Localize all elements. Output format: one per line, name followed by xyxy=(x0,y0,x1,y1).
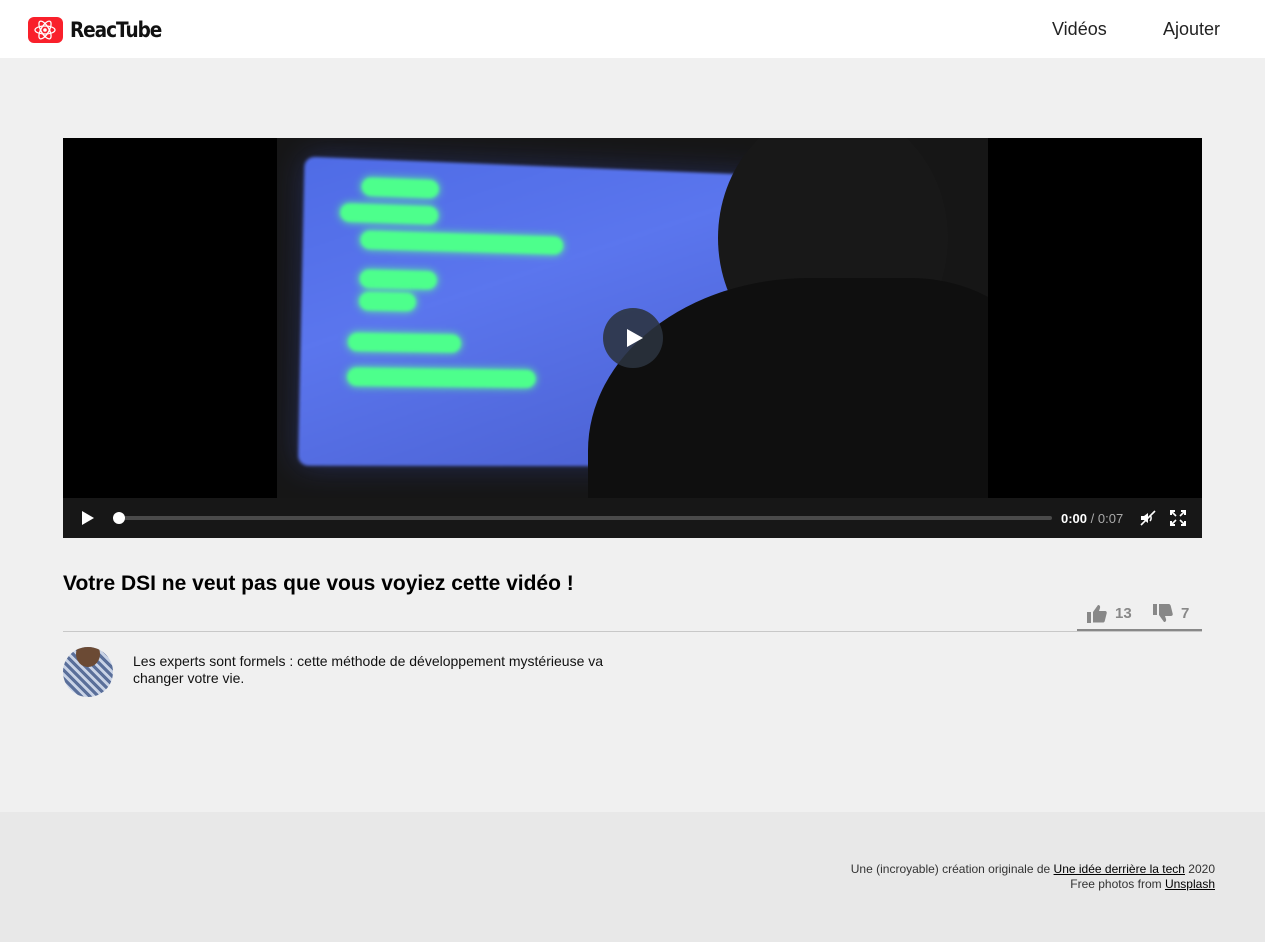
brand-name: ReacTube xyxy=(70,18,162,42)
duration: 0:07 xyxy=(1097,511,1124,526)
progress-handle[interactable] xyxy=(113,512,125,524)
dislike-button[interactable]: 7 xyxy=(1153,604,1189,623)
nav-videos-link[interactable]: Vidéos xyxy=(1052,19,1107,40)
like-button[interactable]: 13 xyxy=(1087,604,1132,623)
thumbs-down-icon xyxy=(1153,604,1173,622)
nav-add-link[interactable]: Ajouter xyxy=(1163,19,1220,40)
play-icon[interactable] xyxy=(81,511,95,525)
video-description: Les experts sont formels : cette méthode… xyxy=(133,653,604,686)
fullscreen-icon[interactable] xyxy=(1170,510,1186,526)
video-title: Votre DSI ne veut pas que vous voyiez ce… xyxy=(63,572,574,595)
big-play-button[interactable] xyxy=(603,308,663,368)
react-logo-icon xyxy=(28,17,63,43)
mute-icon[interactable] xyxy=(1139,509,1157,527)
divider xyxy=(63,631,1202,632)
footer-credits: Une (incroyable) création originale de U… xyxy=(851,862,1215,892)
time-separator: / xyxy=(1087,511,1098,526)
footer-line-1: Une (incroyable) création originale de U… xyxy=(851,862,1215,877)
footer-line-2: Free photos from Unsplash xyxy=(851,877,1215,892)
footer: Une (incroyable) création originale de U… xyxy=(0,812,1265,942)
vote-bar: 13 7 xyxy=(1077,601,1202,632)
dislike-count: 7 xyxy=(1181,605,1190,622)
thumbs-up-icon xyxy=(1087,605,1107,623)
current-time: 0:00 xyxy=(1061,511,1088,526)
like-count: 13 xyxy=(1115,605,1132,622)
avatar[interactable] xyxy=(63,647,113,697)
footer-author-link[interactable]: Une idée derrière la tech xyxy=(1054,862,1185,876)
footer-unsplash-link[interactable]: Unsplash xyxy=(1165,877,1215,891)
progress-bar[interactable] xyxy=(113,512,1052,524)
footer-line1-suffix: 2020 xyxy=(1184,862,1215,876)
footer-line2-prefix: Free photos from xyxy=(1070,877,1165,891)
brand-logo[interactable]: ReacTube xyxy=(28,16,174,44)
video-player[interactable]: 0:00 / 0:07 xyxy=(63,138,1202,538)
video-controls-bar: 0:00 / 0:07 xyxy=(63,498,1202,538)
time-display: 0:00 / 0:07 xyxy=(1061,511,1123,526)
footer-line1-prefix: Une (incroyable) création originale de xyxy=(850,862,1054,876)
top-header: ReacTube Vidéos Ajouter xyxy=(0,0,1265,58)
